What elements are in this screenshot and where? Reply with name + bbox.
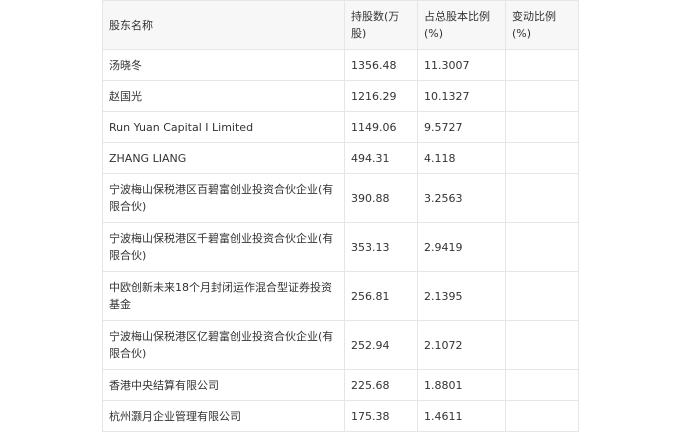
cell-change xyxy=(505,400,579,432)
cell-shares: 1149.06 xyxy=(344,111,418,143)
table-row: ZHANG LIANG 494.31 4.118 xyxy=(102,142,579,174)
cell-change xyxy=(505,111,579,143)
cell-name: 杭州灏月企业管理有限公司 xyxy=(102,400,345,432)
cell-name: 香港中央结算有限公司 xyxy=(102,369,345,401)
table-row: 赵国光 1216.29 10.1327 xyxy=(102,80,579,112)
cell-ratio: 2.1395 xyxy=(417,271,506,321)
cell-ratio: 2.9419 xyxy=(417,222,506,272)
cell-ratio: 11.3007 xyxy=(417,49,506,81)
table-row: 宁波梅山保税港区百碧富创业投资合伙企业(有限合伙) 390.88 3.2563 xyxy=(102,173,579,223)
table-row: 汤晓冬 1356.48 11.3007 xyxy=(102,49,579,81)
cell-shares: 256.81 xyxy=(344,271,418,321)
header-ratio: 占总股本比例(%) xyxy=(417,0,506,50)
cell-change xyxy=(505,271,579,321)
table-row: 杭州灏月企业管理有限公司 175.38 1.4611 xyxy=(102,400,579,432)
cell-ratio: 1.8801 xyxy=(417,369,506,401)
table-row: 中欧创新未来18个月封闭运作混合型证券投资基金 256.81 2.1395 xyxy=(102,271,579,321)
table-row: Run Yuan Capital I Limited 1149.06 9.572… xyxy=(102,111,579,143)
cell-ratio: 9.5727 xyxy=(417,111,506,143)
cell-shares: 1356.48 xyxy=(344,49,418,81)
cell-name: 宁波梅山保税港区百碧富创业投资合伙企业(有限合伙) xyxy=(102,173,345,223)
table-row: 宁波梅山保税港区千碧富创业投资合伙企业(有限合伙) 353.13 2.9419 xyxy=(102,222,579,272)
cell-shares: 353.13 xyxy=(344,222,418,272)
cell-name: 宁波梅山保税港区千碧富创业投资合伙企业(有限合伙) xyxy=(102,222,345,272)
table-row: 宁波梅山保税港区亿碧富创业投资合伙企业(有限合伙) 252.94 2.1072 xyxy=(102,320,579,370)
cell-change xyxy=(505,222,579,272)
cell-name: 宁波梅山保税港区亿碧富创业投资合伙企业(有限合伙) xyxy=(102,320,345,370)
cell-change xyxy=(505,80,579,112)
shareholder-table-container: 股东名称 持股数(万股) 占总股本比例(%) 变动比例(%) 汤晓冬 1356.… xyxy=(102,0,579,432)
cell-name: 中欧创新未来18个月封闭运作混合型证券投资基金 xyxy=(102,271,345,321)
header-change: 变动比例(%) xyxy=(505,0,579,50)
table-header-row: 股东名称 持股数(万股) 占总股本比例(%) 变动比例(%) xyxy=(102,0,579,50)
shareholder-table: 股东名称 持股数(万股) 占总股本比例(%) 变动比例(%) 汤晓冬 1356.… xyxy=(102,0,579,432)
cell-change xyxy=(505,320,579,370)
cell-name: ZHANG LIANG xyxy=(102,142,345,174)
header-shares: 持股数(万股) xyxy=(344,0,418,50)
cell-shares: 175.38 xyxy=(344,400,418,432)
cell-shares: 494.31 xyxy=(344,142,418,174)
cell-shares: 1216.29 xyxy=(344,80,418,112)
header-shareholder-name: 股东名称 xyxy=(102,0,345,50)
table-row: 香港中央结算有限公司 225.68 1.8801 xyxy=(102,369,579,401)
cell-shares: 252.94 xyxy=(344,320,418,370)
cell-change xyxy=(505,369,579,401)
cell-name: 汤晓冬 xyxy=(102,49,345,81)
cell-name: 赵国光 xyxy=(102,80,345,112)
cell-change xyxy=(505,49,579,81)
cell-ratio: 10.1327 xyxy=(417,80,506,112)
cell-ratio: 1.4611 xyxy=(417,400,506,432)
cell-ratio: 4.118 xyxy=(417,142,506,174)
cell-shares: 225.68 xyxy=(344,369,418,401)
cell-ratio: 2.1072 xyxy=(417,320,506,370)
cell-ratio: 3.2563 xyxy=(417,173,506,223)
cell-change xyxy=(505,173,579,223)
cell-shares: 390.88 xyxy=(344,173,418,223)
cell-change xyxy=(505,142,579,174)
cell-name: Run Yuan Capital I Limited xyxy=(102,111,345,143)
